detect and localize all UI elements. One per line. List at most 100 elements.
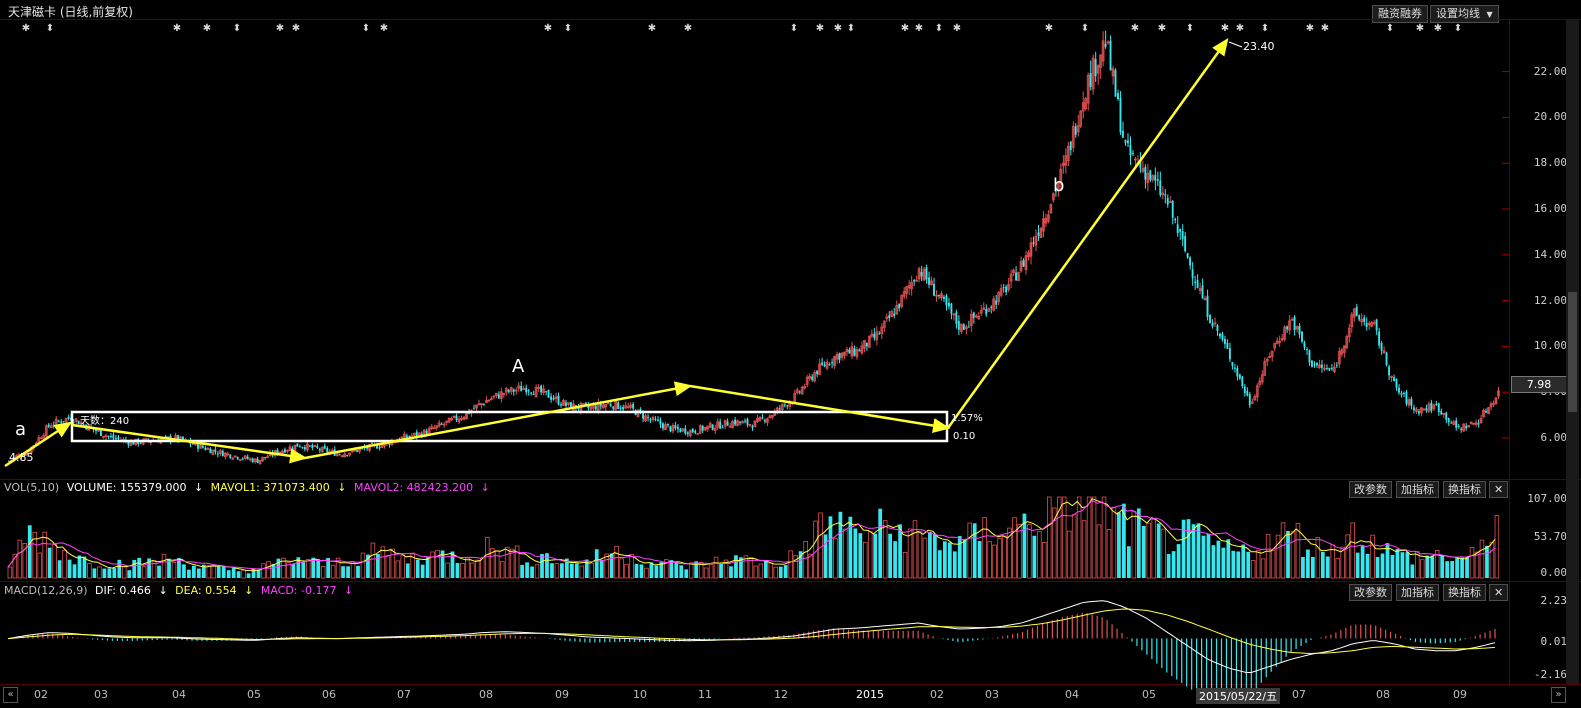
volume-bar: [102, 568, 107, 578]
volume-bar: [192, 565, 196, 578]
time-axis-label: 04: [172, 688, 186, 701]
candle-down: [783, 404, 786, 406]
volume-bar: [301, 562, 306, 578]
volume-bar: [1485, 545, 1489, 578]
scroll-left-icon[interactable]: «: [3, 687, 18, 703]
candle-down: [547, 389, 550, 398]
candle-down: [527, 390, 530, 392]
candle-down: [823, 364, 826, 367]
candle-down: [1330, 368, 1333, 370]
candle-down: [346, 455, 349, 457]
candle-down: [1403, 392, 1405, 394]
vol-axis-mid: 53.70: [1533, 530, 1567, 543]
volume-bar: [589, 562, 595, 579]
candle-down: [828, 364, 831, 366]
volume-bar: [1176, 544, 1181, 578]
volume-bar: [729, 566, 733, 578]
volume-bar: [1061, 496, 1067, 579]
volume-bar: [141, 566, 147, 579]
candle-down: [1131, 152, 1134, 155]
volume-bar: [1211, 545, 1216, 578]
vol-add-indicator-button[interactable]: 加指标: [1396, 481, 1439, 498]
volume-bar: [833, 538, 838, 579]
candle-down: [1435, 404, 1438, 406]
candle-down: [873, 333, 876, 338]
volume-bar: [540, 554, 544, 578]
scroll-right-icon[interactable]: »: [1551, 687, 1566, 703]
candle-down: [1104, 43, 1107, 47]
volume-bar: [1260, 558, 1266, 579]
candle-down: [1301, 331, 1303, 342]
volume-bar: [1131, 510, 1137, 579]
volume-bar: [1231, 550, 1236, 578]
macd-edit-params-button[interactable]: 改参数: [1349, 584, 1392, 601]
candle-down: [291, 448, 294, 450]
macd-change-indicator-button[interactable]: 换指标: [1443, 584, 1486, 601]
candle-down: [316, 446, 319, 448]
candle-down: [1144, 167, 1147, 180]
macd-add-indicator-button[interactable]: 加指标: [1396, 584, 1439, 601]
candle-down: [1127, 140, 1129, 144]
vol-indicator-name: VOL(5,10): [4, 481, 60, 494]
volume-bar: [1066, 530, 1072, 579]
price-axis-label: 14.00: [1533, 247, 1567, 261]
candle-down: [1460, 428, 1463, 430]
volume-bar: [435, 549, 440, 579]
volume-bar: [813, 520, 818, 579]
candle-down: [318, 448, 321, 451]
candle-down: [726, 421, 729, 426]
volume-bar: [171, 561, 177, 579]
volume-bar: [1206, 533, 1211, 578]
volume-bars: [7, 496, 1500, 579]
macd-close-icon[interactable]: ✕: [1489, 584, 1509, 601]
volume-bar: [475, 559, 480, 579]
candle-down: [950, 303, 953, 314]
candle-down: [1194, 281, 1197, 283]
info-marker-icon: ✱: [1045, 23, 1053, 34]
volume-bar: [1127, 546, 1131, 578]
arrow-down-icon: ↓: [343, 584, 354, 597]
candle-down: [778, 408, 781, 410]
volume-bar: [420, 564, 425, 578]
vertical-scrollbar[interactable]: [1566, 20, 1579, 684]
candle-down: [719, 421, 722, 429]
volume-bar: [1479, 539, 1485, 579]
vol-edit-params-button[interactable]: 改参数: [1349, 481, 1392, 498]
candle-down: [47, 424, 50, 427]
info-marker-icon: ⬍: [233, 23, 241, 34]
vol-close-icon[interactable]: ✕: [1489, 481, 1509, 498]
candle-down: [117, 437, 120, 440]
volume-bar: [320, 565, 326, 579]
price-axis-label: 10.00: [1533, 339, 1567, 353]
candle-down: [112, 434, 115, 439]
volume-bar: [1425, 555, 1430, 578]
candle-down: [1179, 228, 1182, 232]
volume-bar: [1151, 518, 1156, 579]
candle-down: [1425, 408, 1428, 411]
candle-down: [721, 427, 724, 429]
candle-down: [507, 389, 510, 392]
candle-down: [552, 398, 555, 400]
candle-down: [1308, 350, 1311, 363]
scroll-thumb[interactable]: [1568, 292, 1577, 412]
volume-bar: [594, 549, 599, 578]
vol-mavol2-value: MAVOL2: 482423.200: [354, 481, 474, 494]
candle-down: [482, 404, 485, 406]
candle-down: [1375, 319, 1378, 331]
candle-down: [1219, 333, 1221, 337]
volume-bar: [92, 568, 97, 578]
volume-bar: [525, 562, 529, 578]
candle-down: [525, 388, 528, 393]
volume-bar: [977, 541, 982, 578]
volume-bar: [415, 559, 420, 578]
volume-bar: [425, 557, 430, 578]
volume-bar: [1166, 553, 1171, 578]
candle-down: [455, 415, 458, 421]
candle-down: [1164, 194, 1167, 196]
vol-change-indicator-button[interactable]: 换指标: [1443, 481, 1486, 498]
candle-down: [1074, 126, 1077, 135]
candle-down: [415, 431, 418, 437]
candle-down: [540, 385, 543, 393]
candle-down: [1430, 402, 1433, 411]
chart-canvas[interactable]: a Ab 23.40 4.85 天数：240 1.57% 0.10 ✱ ⬍ ✱ ✱ ⬍ ✱ ✱ ⬍ ✱ ✱ ⬍ ✱ ✱…: [0, 0, 1509, 708]
